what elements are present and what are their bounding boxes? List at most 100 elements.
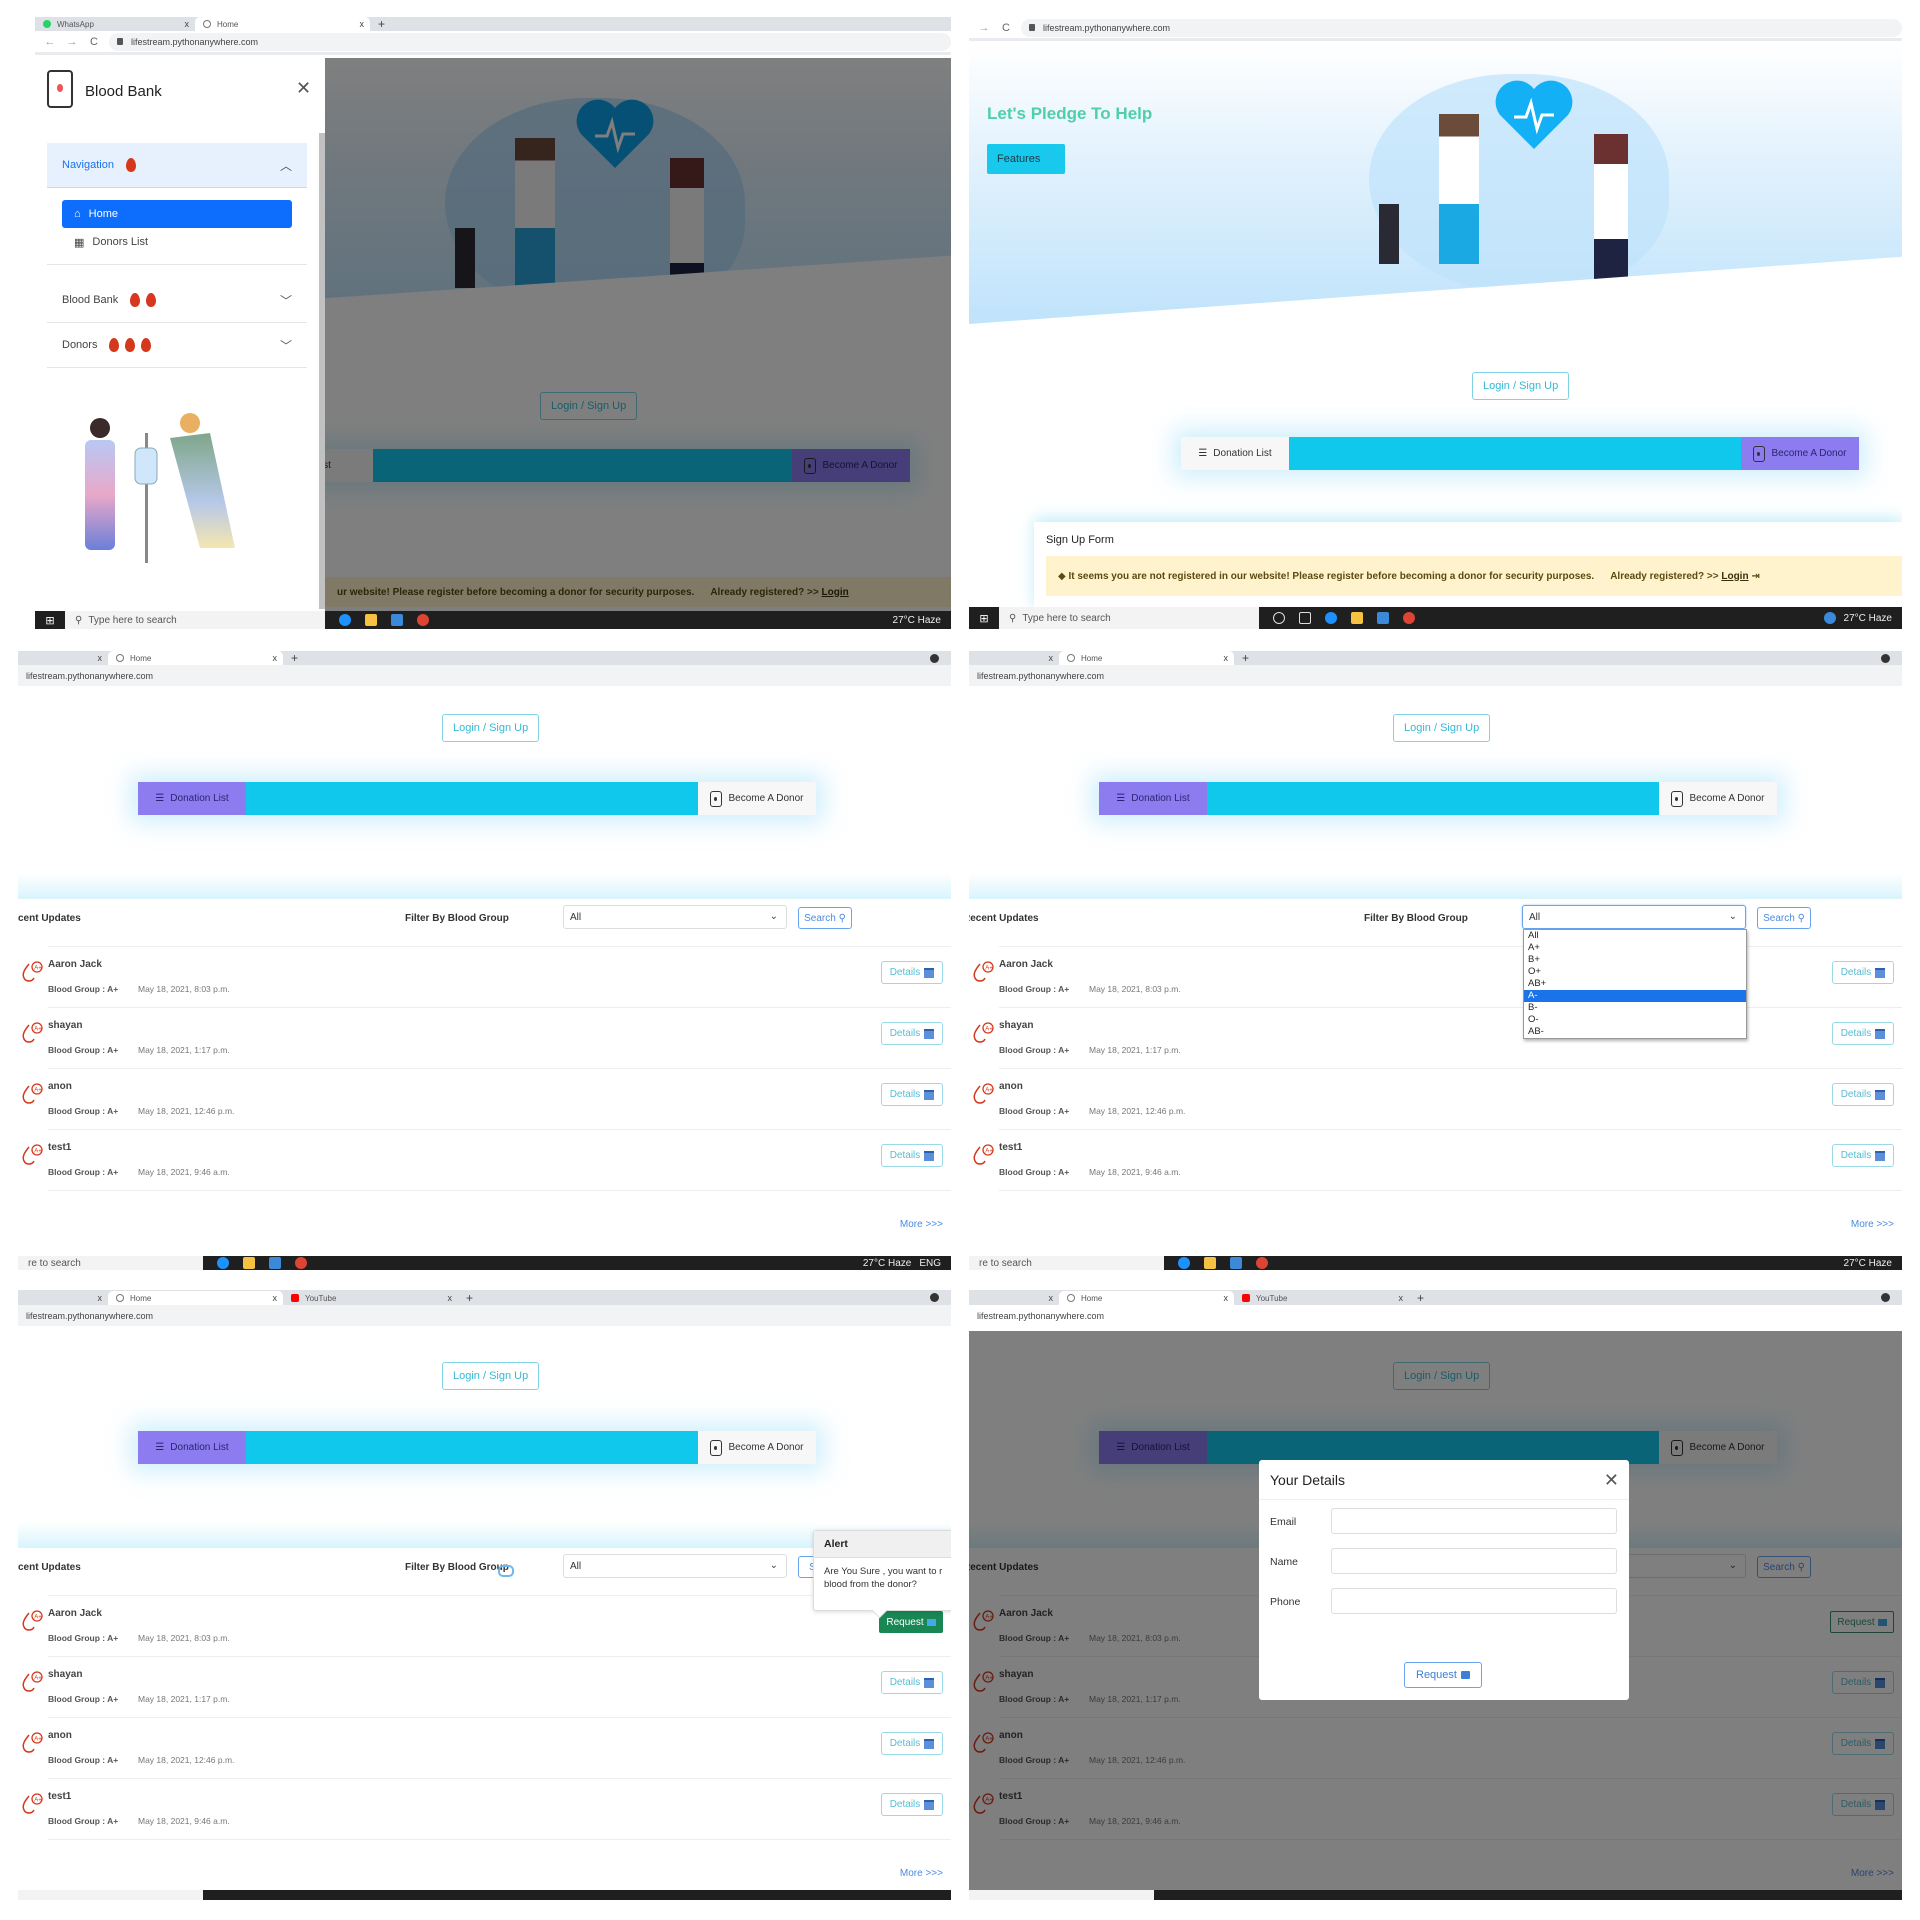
login-signup-button[interactable]: Login / Sign Up xyxy=(1393,714,1491,742)
blood-group-option[interactable]: B- xyxy=(1524,1002,1746,1014)
file-explorer-icon[interactable] xyxy=(1204,1257,1216,1269)
chrome-icon[interactable] xyxy=(295,1257,307,1269)
edge-icon[interactable] xyxy=(217,1257,229,1269)
login-signup-button[interactable]: Login / Sign Up xyxy=(442,1362,540,1390)
tab-home[interactable]: Home x xyxy=(108,1291,283,1305)
accordion-header-donors[interactable]: Donors ﹀ xyxy=(47,323,307,368)
donation-list-button[interactable]: ☰ Donation List xyxy=(138,1431,246,1464)
more-link[interactable]: More >>> xyxy=(900,1219,943,1230)
blood-group-option[interactable]: AB+ xyxy=(1524,978,1746,990)
details-button[interactable]: Details xyxy=(881,1732,943,1755)
login-link[interactable]: Login xyxy=(1721,571,1748,582)
details-button[interactable]: Details xyxy=(1832,1144,1894,1167)
details-button[interactable]: Details xyxy=(881,1671,943,1694)
request-button[interactable]: Request xyxy=(879,1611,943,1633)
back-icon[interactable]: ← xyxy=(43,36,57,48)
taskbar-search[interactable]: re to search xyxy=(18,1256,203,1270)
close-icon[interactable]: ✕ xyxy=(1604,1470,1619,1491)
tab-previous[interactable]: x xyxy=(969,651,1059,665)
chrome-icon[interactable] xyxy=(1403,612,1415,624)
modal-request-button[interactable]: Request xyxy=(1404,1662,1482,1688)
sidebar-item-home[interactable]: ⌂ Home xyxy=(62,200,292,228)
tab-home[interactable]: Home x xyxy=(108,651,283,665)
backdrop-overlay[interactable] xyxy=(325,58,951,611)
phone-field[interactable] xyxy=(1331,1588,1617,1614)
donation-list-button[interactable]: ☰ Donation List xyxy=(1181,437,1289,470)
new-tab-button[interactable]: + xyxy=(458,1291,481,1305)
accordion-header-blood-bank[interactable]: Blood Bank ﹀ xyxy=(47,278,307,323)
taskbar-search[interactable] xyxy=(969,1890,1154,1900)
profile-icon[interactable] xyxy=(930,654,939,663)
tab-previous[interactable]: x xyxy=(969,1291,1059,1305)
become-donor-button[interactable]: Become A Donor xyxy=(1659,782,1777,815)
sidebar-scrollbar[interactable] xyxy=(319,133,325,609)
details-button[interactable]: Details xyxy=(1832,961,1894,984)
help-icon[interactable] xyxy=(1823,612,1836,624)
details-button[interactable]: Details xyxy=(881,1083,943,1106)
mail-icon[interactable] xyxy=(391,614,403,626)
name-field[interactable] xyxy=(1331,1548,1617,1574)
tab-youtube[interactable]: YouTube x xyxy=(283,1291,458,1305)
address-bar[interactable]: lifestream.pythonanywhere.com xyxy=(18,1305,951,1329)
mail-icon[interactable] xyxy=(1230,1257,1242,1269)
mail-icon[interactable] xyxy=(269,1257,281,1269)
taskbar-search[interactable]: ⚲ Type here to search xyxy=(999,607,1259,629)
tab-home[interactable]: Home x xyxy=(1059,651,1234,665)
taskbar-search[interactable]: ⚲ Type here to search xyxy=(65,611,325,629)
blood-group-select[interactable]: All ⌄ xyxy=(1522,905,1746,929)
donation-list-button[interactable]: ☰ Donation List xyxy=(138,782,246,815)
accordion-header-navigation[interactable]: Navigation ︿ xyxy=(47,143,307,188)
chrome-icon[interactable] xyxy=(417,614,429,626)
edge-icon[interactable] xyxy=(1325,612,1337,624)
edge-icon[interactable] xyxy=(339,614,351,626)
blood-group-select[interactable]: All ⌄ xyxy=(563,1554,787,1578)
donation-list-button[interactable]: ☰ Donation List xyxy=(1099,782,1207,815)
file-explorer-icon[interactable] xyxy=(365,614,377,626)
blood-group-option[interactable]: O+ xyxy=(1524,966,1746,978)
blood-group-option[interactable]: O- xyxy=(1524,1014,1746,1026)
address-bar[interactable]: lifestream.pythonanywhere.com xyxy=(969,665,1902,689)
login-signup-button[interactable]: Login / Sign Up xyxy=(442,714,540,742)
task-view-icon[interactable] xyxy=(1299,612,1311,624)
mail-icon[interactable] xyxy=(1377,612,1389,624)
more-link[interactable]: More >>> xyxy=(900,1868,943,1879)
details-button[interactable]: Details xyxy=(1832,1083,1894,1106)
new-tab-button[interactable]: + xyxy=(283,651,306,665)
blood-group-option[interactable]: A+ xyxy=(1524,942,1746,954)
blood-group-select[interactable]: All ⌄ xyxy=(563,905,787,929)
cortana-icon[interactable] xyxy=(1273,612,1285,624)
chrome-icon[interactable] xyxy=(1256,1257,1268,1269)
new-tab-button[interactable]: + xyxy=(370,17,393,31)
tab-previous[interactable]: x xyxy=(18,1291,108,1305)
url-field[interactable]: lifestream.pythonanywhere.com xyxy=(1021,18,1902,37)
close-tab-icon[interactable]: x xyxy=(185,19,190,29)
details-button[interactable]: Details xyxy=(881,1793,943,1816)
details-button[interactable]: Details xyxy=(881,1022,943,1045)
profile-icon[interactable] xyxy=(930,1293,939,1302)
tab-previous[interactable]: x xyxy=(18,651,108,665)
file-explorer-icon[interactable] xyxy=(243,1257,255,1269)
file-explorer-icon[interactable] xyxy=(1351,612,1363,624)
features-button[interactable]: Features ♡ xyxy=(987,144,1066,174)
email-field[interactable] xyxy=(1331,1508,1617,1534)
address-bar[interactable]: lifestream.pythonanywhere.com xyxy=(18,665,951,689)
become-donor-button[interactable]: Become A Donor xyxy=(698,1431,816,1464)
blood-group-option[interactable]: All xyxy=(1524,930,1746,942)
become-donor-button[interactable]: Become A Donor xyxy=(698,782,816,815)
windows-start-icon[interactable]: ⊞ xyxy=(969,609,999,627)
profile-icon[interactable] xyxy=(1881,654,1890,663)
blood-group-option[interactable]: AB- xyxy=(1524,1026,1746,1038)
reload-icon[interactable]: C xyxy=(999,22,1013,34)
taskbar-search[interactable]: re to search xyxy=(969,1256,1164,1270)
new-tab-button[interactable]: + xyxy=(1409,1291,1432,1305)
forward-icon[interactable]: → xyxy=(65,36,79,48)
profile-icon[interactable] xyxy=(1881,1293,1890,1302)
tab-whatsapp[interactable]: WhatsApp x xyxy=(35,17,195,31)
url-field[interactable]: lifestream.pythonanywhere.com xyxy=(109,32,951,51)
close-sidebar-icon[interactable]: ✕ xyxy=(296,78,311,99)
close-tab-icon[interactable]: x xyxy=(360,19,365,29)
new-tab-button[interactable]: + xyxy=(1234,651,1257,665)
blood-group-option[interactable]: B+ xyxy=(1524,954,1746,966)
taskbar-search[interactable] xyxy=(18,1890,203,1900)
address-bar[interactable]: lifestream.pythonanywhere.com xyxy=(969,1305,1902,1329)
